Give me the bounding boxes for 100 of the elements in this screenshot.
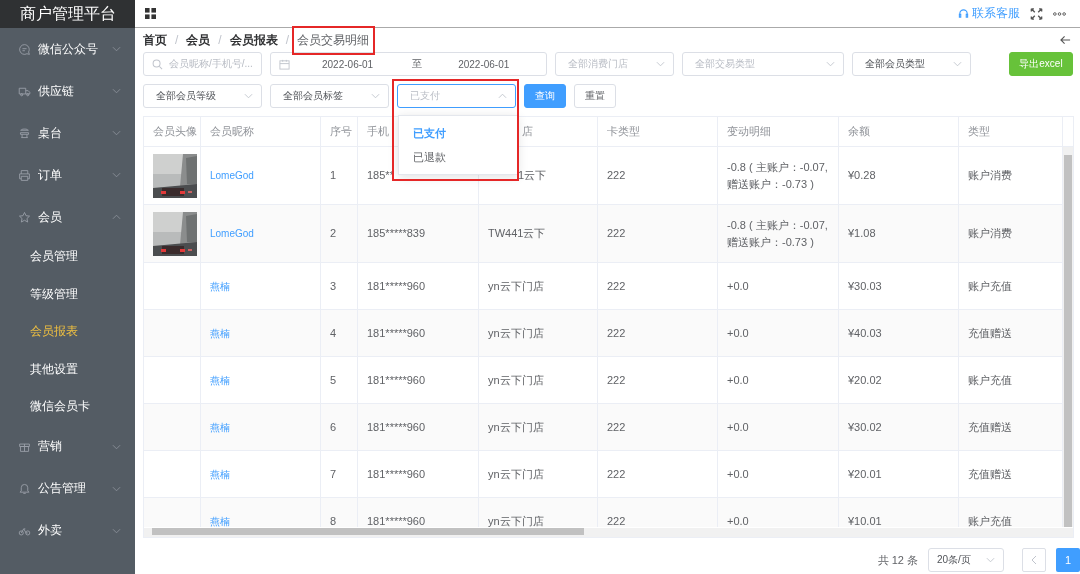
sidebar-subitem[interactable]: 等级管理 (0, 275, 135, 313)
table-cell-text: yn云下门店 (488, 278, 544, 294)
column-header: 类型 (968, 124, 990, 140)
table-cell-text: 6 (330, 419, 337, 435)
breadcrumb-link[interactable]: 首页 (143, 31, 167, 49)
table-icon (18, 126, 31, 140)
sidebar-subitem[interactable]: 其他设置 (0, 350, 135, 388)
dropdown-option[interactable]: 已退款 (399, 145, 517, 169)
chevron-icon (953, 61, 962, 67)
date-range-field[interactable]: 2022-06-01 至 2022-06-01 (270, 52, 547, 76)
breadcrumb-separator: / (285, 33, 290, 47)
table-cell-text: 1 (330, 168, 337, 184)
table-cell-text: 222 (607, 419, 626, 435)
table-cell-text: yn云下门店 (488, 513, 544, 527)
chevron-icon (112, 130, 121, 136)
table-cell-text: 4 (330, 325, 337, 341)
chevron-icon (112, 46, 121, 52)
table-cell-text: +0.0 (727, 372, 749, 388)
table-cell-text: 222 (607, 278, 626, 294)
fullscreen-icon[interactable] (1030, 7, 1043, 20)
grid-icon[interactable] (145, 8, 156, 19)
breadcrumb-link[interactable]: 会员 (186, 31, 211, 49)
reset-button[interactable]: 重置 (574, 84, 616, 108)
bell-icon (18, 482, 31, 495)
table-cell-text: yn云下门店 (488, 419, 544, 435)
table-cell-text: +0.0 (727, 325, 749, 341)
calendar-icon (279, 58, 290, 70)
column-header: 店 (521, 124, 533, 140)
table-cell-text: ¥1.08 (848, 226, 876, 242)
sidebar-subitem[interactable]: 微信会员卡 (0, 388, 135, 426)
chat-bubble-icon (18, 42, 31, 56)
table-cell-text: 8 (330, 513, 337, 527)
chevron-icon (112, 443, 121, 450)
table-cell-text: 222 (607, 325, 626, 341)
sidebar-item[interactable]: 微信公众号 (0, 28, 135, 70)
select-field[interactable]: 全部会员类型 (852, 52, 971, 76)
table-cell-text: 充值赠送 (968, 325, 1012, 341)
table-cell-text: 7 (330, 466, 337, 482)
table-cell-text: ¥30.02 (848, 419, 882, 435)
sidebar-item[interactable]: 外卖 (0, 509, 135, 552)
chevron-icon (112, 527, 121, 534)
sidebar-item[interactable]: 供应链 (0, 70, 135, 112)
table-cell-text: 2 (330, 226, 337, 242)
breadcrumb-separator: / (218, 33, 222, 47)
chevron-icon (112, 485, 121, 492)
table-cell-text: ¥20.01 (848, 466, 882, 482)
table-cell-text: TW441云下 (488, 226, 546, 242)
total-count: 共 12 条 (877, 552, 918, 568)
table-cell-text: yn云下门店 (488, 325, 544, 341)
app-title: 商户管理平台 (0, 0, 135, 28)
table-cell-text: 3 (330, 278, 337, 294)
scrollbar[interactable] (1063, 147, 1073, 527)
table-cell-text: -0.8 ( 主账户：-0.07, 赠送账户：-0.73 ) (727, 218, 828, 250)
column-header: 手机 (367, 124, 389, 140)
column-header: 变动明细 (727, 124, 771, 140)
sidebar-item[interactable]: 桌台 (0, 112, 135, 154)
sidebar-subitem[interactable]: 会员报表 (0, 313, 135, 351)
sidebar-item[interactable]: 订单 (0, 154, 135, 196)
table-cell-text: ¥0.28 (848, 168, 876, 184)
column-header: 会员昵称 (210, 124, 254, 140)
table-cell-text: +0.0 (727, 419, 749, 435)
select-field[interactable]: 全部会员标签 (270, 84, 389, 108)
table-cell-text: +0.0 (727, 278, 749, 294)
table-cell-text: 181*****960 (367, 419, 426, 435)
scrollbar[interactable] (144, 528, 1073, 537)
sidebar-item[interactable]: 会员 (0, 196, 135, 238)
table-cell-text: ¥20.02 (848, 372, 882, 388)
table-cell-text: 222 (607, 513, 626, 527)
table-cell-text: -0.8 ( 主账户：-0.07, 赠送账户：-0.73 ) (727, 160, 828, 192)
page-size-select[interactable]: 20条/页 (928, 548, 1004, 572)
table-cell-text: 185*****839 (367, 226, 426, 242)
sidebar-item[interactable]: 营销 (0, 425, 135, 468)
search-icon (152, 58, 163, 70)
chevron-icon (498, 93, 507, 99)
gift-icon (18, 440, 31, 453)
table-cell-text: 账户消费 (968, 226, 1012, 242)
printer-icon (18, 168, 31, 182)
table-cell-text: 5 (330, 372, 337, 388)
column-header: 序号 (330, 124, 352, 140)
headset-icon (958, 8, 969, 19)
column-header: 会员头像 (153, 124, 197, 140)
table-cell-text: 181*****960 (367, 372, 426, 388)
breadcrumb-current: 会员交易明细 (297, 32, 370, 47)
sidebar-subitem[interactable]: 会员管理 (0, 238, 135, 276)
select-field[interactable]: 全部会员等级 (143, 84, 262, 108)
chevron-icon (112, 214, 121, 220)
breadcrumb-separator: / (175, 33, 179, 47)
back-arrow-icon[interactable] (1060, 35, 1071, 45)
breadcrumb-link[interactable]: 会员报表 (229, 31, 278, 49)
table-cell-text: 充值赠送 (968, 466, 1012, 482)
table-cell-text: 1云下 (517, 168, 547, 184)
chevron-icon (244, 93, 253, 99)
sidebar-item[interactable]: 公告管理 (0, 467, 135, 510)
chevron-icon (112, 88, 121, 94)
table-cell-text: 充值赠送 (968, 419, 1012, 435)
chevron-icon (826, 61, 835, 67)
table-cell-text: 222 (607, 372, 626, 388)
table-cell-text: ¥10.01 (848, 513, 882, 527)
chevron-icon (1031, 555, 1037, 565)
table-cell-text: 222 (607, 168, 626, 184)
